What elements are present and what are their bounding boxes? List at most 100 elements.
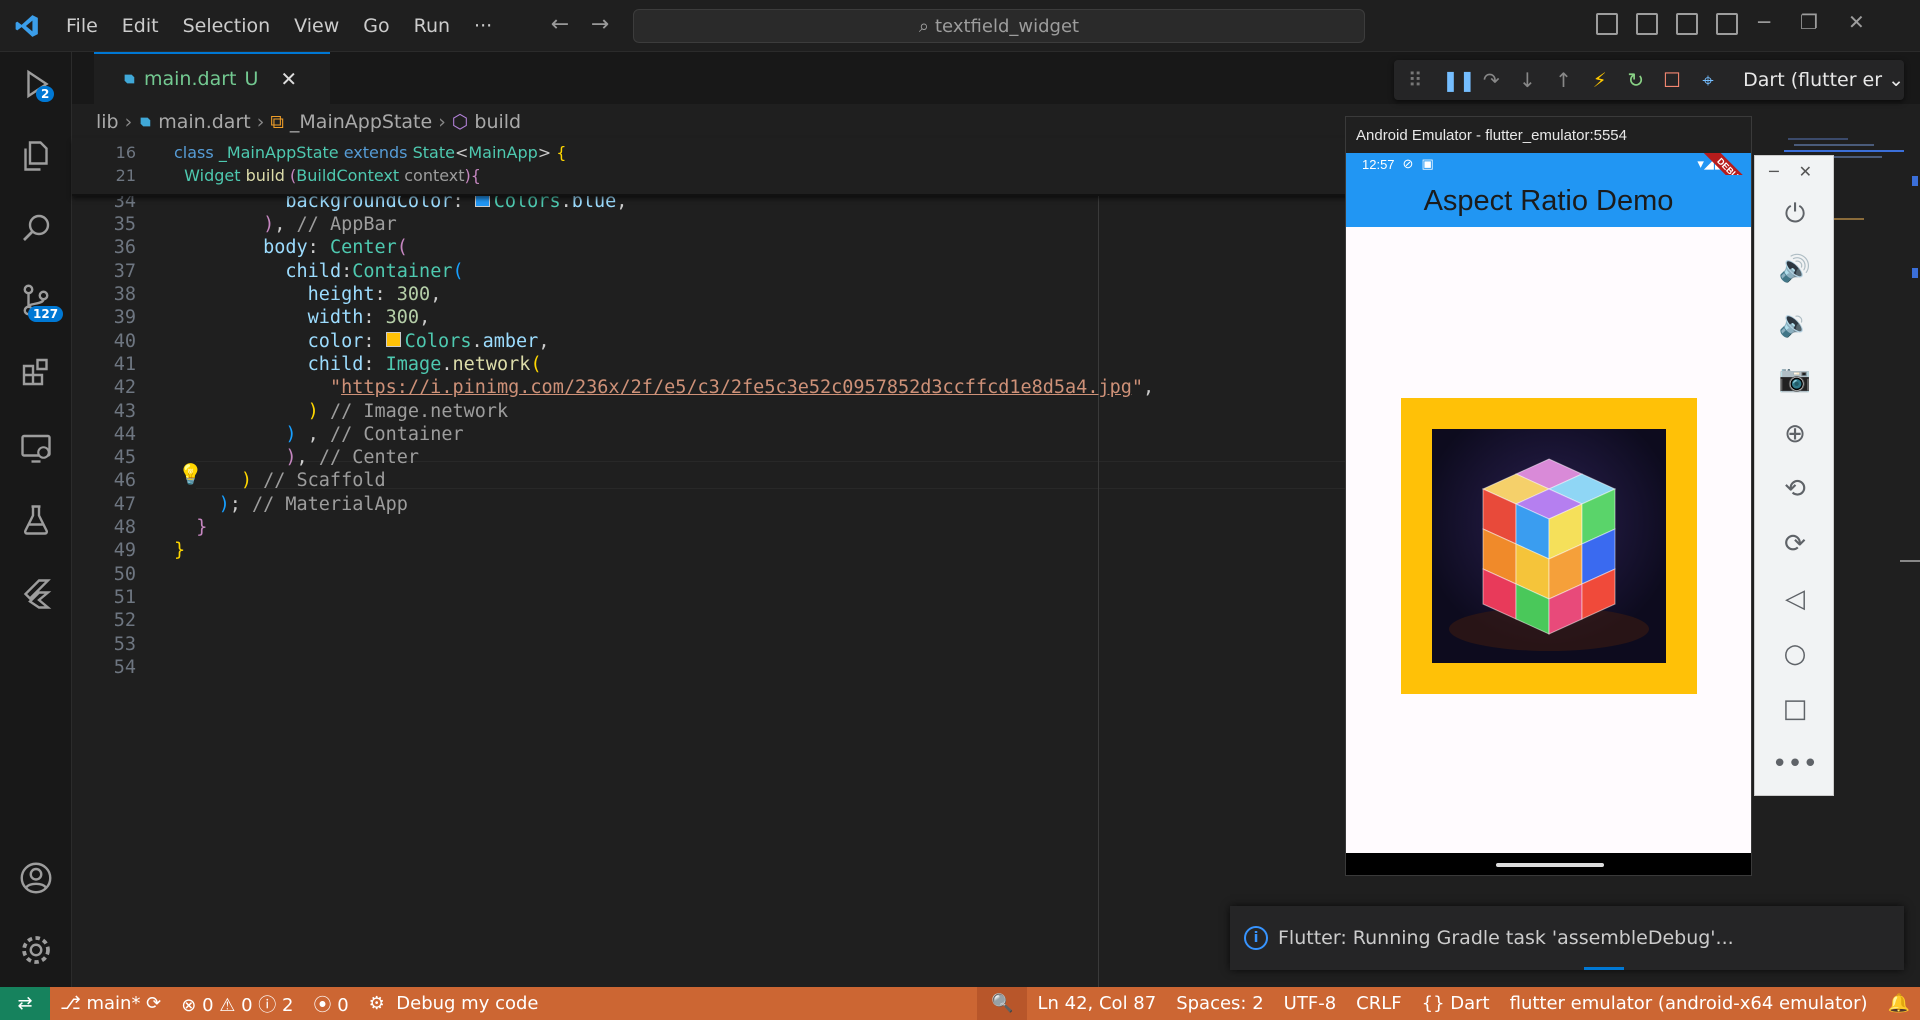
testing-icon[interactable] [16,500,56,540]
line-number[interactable]: 38 [72,284,136,305]
line-number[interactable]: 45 [72,447,136,468]
tab-close-icon[interactable]: ✕ [280,67,297,91]
toggle-secondary-sidebar-icon[interactable] [1676,13,1698,35]
line-number[interactable]: 39 [72,307,136,328]
back-icon[interactable]: ◁ [1773,579,1817,619]
line-number[interactable]: 16 [72,143,136,162]
indentation[interactable]: Spaces: 2 [1166,993,1273,1014]
line-number[interactable]: 48 [72,517,136,538]
stop-icon[interactable]: ☐ [1663,68,1681,92]
explorer-icon[interactable] [16,136,56,176]
menu-selection[interactable]: Selection [171,15,283,37]
line-number[interactable]: 51 [72,587,136,608]
device-selector[interactable]: flutter emulator (android-x64 emulator) [1500,993,1878,1014]
step-into-icon[interactable]: ↓ [1518,68,1536,92]
menu-more[interactable]: ··· [462,15,504,37]
notification-toast[interactable]: i Flutter: Running Gradle task 'assemble… [1230,906,1904,970]
rotate-right-icon[interactable]: ⟳ [1773,524,1817,564]
ports-indicator[interactable]: ⦿ 0 [303,991,358,1017]
search-sidebar-icon[interactable] [16,208,56,248]
scrollbar-thumb[interactable] [1900,560,1920,562]
lightbulb-icon[interactable]: 💡 [178,462,203,486]
forward-arrow-icon[interactable]: → [586,12,614,37]
line-number[interactable]: 49 [72,540,136,561]
sticky-scroll[interactable]: 16 class _MainAppState extends State<Main… [72,138,1352,196]
home-pill[interactable] [1496,863,1604,867]
emulator-minimize-icon[interactable]: ─ [1769,162,1779,181]
language-mode[interactable]: {} Dart [1412,993,1500,1014]
camera-icon[interactable]: 📷 [1773,359,1817,399]
command-center-search[interactable]: ⌕ textfield_widget [633,9,1365,43]
accounts-icon[interactable] [16,858,56,898]
volume-down-icon[interactable]: 🔉 [1773,304,1817,344]
line-number[interactable]: 43 [72,401,136,422]
menu-go[interactable]: Go [351,15,401,37]
vscode-logo-icon[interactable] [14,13,40,39]
color-swatch[interactable] [385,332,401,348]
line-number[interactable]: 36 [72,237,136,258]
tab-main-dart[interactable]: main.dart U ✕ [94,52,330,104]
line-number[interactable]: 37 [72,261,136,282]
code-line[interactable]: 54 [72,653,1332,681]
breadcrumb-method[interactable]: build [474,111,521,133]
hot-reload-icon[interactable]: ⚡ [1591,68,1609,92]
close-icon[interactable]: ✕ [1848,10,1865,34]
breadcrumb-folder[interactable]: lib [96,111,119,133]
flutter-icon[interactable] [16,574,56,614]
emulator-close-icon[interactable]: ✕ [1799,162,1812,181]
notifications-bell-icon[interactable]: 🔔 [1878,993,1920,1014]
rotate-left-icon[interactable]: ⟲ [1773,469,1817,509]
debug-status[interactable]: ⚙ Debug my code [359,993,549,1014]
menu-run[interactable]: Run [402,15,462,37]
cursor-position[interactable]: Ln 42, Col 87 [1027,993,1166,1014]
back-arrow-icon[interactable]: ← [546,12,574,37]
home-icon[interactable]: ○ [1773,634,1817,674]
toggle-panel-icon[interactable] [1636,13,1658,35]
line-number[interactable]: 42 [72,377,136,398]
line-number[interactable]: 35 [72,214,136,235]
breadcrumb-class[interactable]: _MainAppState [290,111,432,133]
menu-file[interactable]: File [54,15,110,37]
power-icon[interactable]: ⏻ [1773,194,1817,234]
restore-icon[interactable]: ❐ [1800,10,1818,34]
overview-icon[interactable]: □ [1773,689,1817,729]
line-number[interactable]: 41 [72,354,136,375]
restart-icon[interactable]: ↻ [1627,68,1645,92]
run-debug-icon[interactable]: 2 [16,64,56,104]
line-number[interactable]: 47 [72,494,136,515]
extensions-icon[interactable] [16,352,56,392]
remote-explorer-icon[interactable] [16,428,56,468]
line-number[interactable]: 44 [72,424,136,445]
zoom-icon[interactable]: ⊕ [1773,414,1817,454]
zoom-icon[interactable]: 🔍 [977,987,1028,1020]
toggle-primary-sidebar-icon[interactable] [1596,13,1618,35]
menu-view[interactable]: View [282,15,351,37]
more-icon[interactable]: ••• [1772,744,1818,784]
step-out-icon[interactable]: ↑ [1554,68,1572,92]
inspect-widget-icon[interactable]: ⌖ [1699,68,1717,92]
git-branch[interactable]: ⎇ main* ⟳ [50,993,171,1014]
step-over-icon[interactable]: ↷ [1482,68,1500,92]
breadcrumb-file[interactable]: main.dart [158,111,250,133]
line-endings[interactable]: CRLF [1346,993,1411,1014]
android-emulator-window[interactable]: Android Emulator - flutter_emulator:5554… [1345,116,1752,876]
encoding[interactable]: UTF-8 [1274,993,1346,1014]
line-number[interactable]: 40 [72,331,136,352]
line-number[interactable]: 46 [72,470,136,491]
source-control-icon[interactable]: 127 [16,280,64,322]
code-line[interactable]: 21 Widget build (BuildContext context){ [72,161,1332,189]
remote-indicator-icon[interactable]: ⇄ [0,987,50,1020]
problems-indicator[interactable]: ⊗ 0 ⚠ 0 ⓘ 2 [171,991,303,1017]
line-number[interactable]: 50 [72,564,136,585]
customize-layout-icon[interactable] [1716,13,1738,35]
line-number[interactable]: 54 [72,657,136,678]
menu-edit[interactable]: Edit [110,15,171,37]
debug-config-select[interactable]: Dart (flutter er ⌄ [1743,69,1904,91]
minimize-icon[interactable]: ─ [1758,10,1770,34]
pause-icon[interactable]: ❚❚ [1442,68,1476,92]
line-number[interactable]: 52 [72,610,136,631]
phone-screen[interactable]: 12:57 ⊘ ▣ ▾◢▮ DEBUG Aspect Ratio Demo [1346,153,1751,853]
drag-handle-icon[interactable]: ⠿ [1406,68,1424,92]
volume-up-icon[interactable]: 🔊 [1773,249,1817,289]
line-number[interactable]: 21 [72,166,136,185]
